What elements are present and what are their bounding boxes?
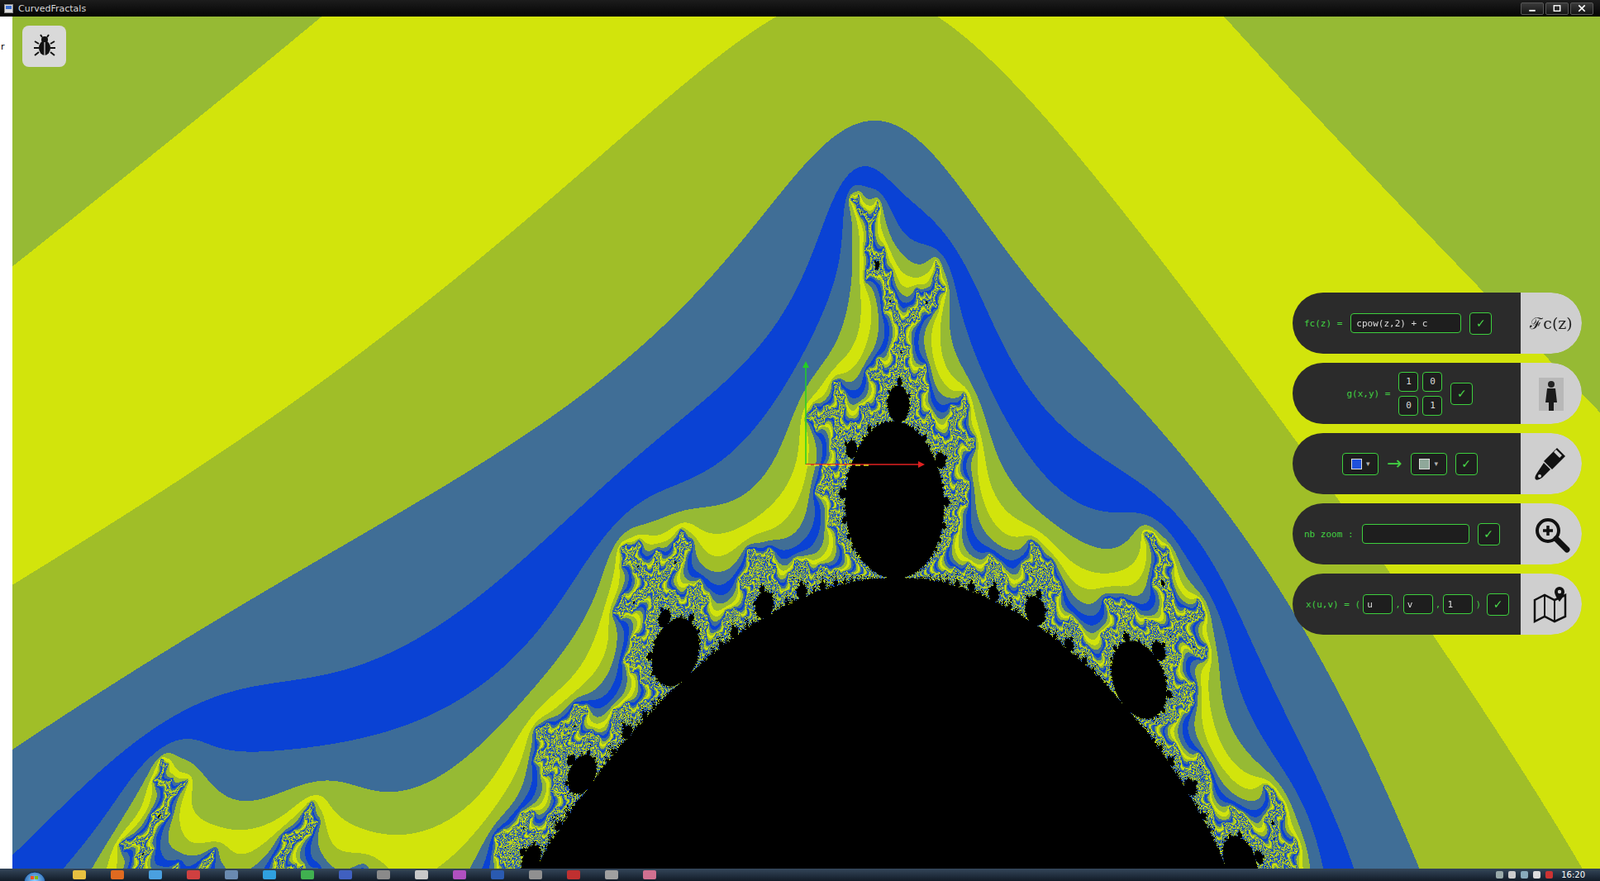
tray-icon[interactable] <box>1520 871 1529 879</box>
row-controls: fc(z) = ✓ <box>1292 292 1521 354</box>
param-field[interactable] <box>1442 594 1473 615</box>
matrix-cell[interactable] <box>1422 371 1443 392</box>
taskbar-app-icon[interactable] <box>604 870 619 880</box>
tray-icon[interactable] <box>1495 871 1504 879</box>
row-controls: x(u,v) = (,,) ✓ <box>1292 573 1521 635</box>
gradient-arrow: → <box>1386 454 1402 473</box>
matrix-cell[interactable] <box>1398 395 1419 416</box>
color-swatch <box>1419 458 1430 470</box>
window-title: CurvedFractals <box>18 3 86 15</box>
zoom-field[interactable] <box>1361 523 1470 544</box>
bug-icon[interactable] <box>32 33 58 59</box>
background-window-text: r <box>0 41 5 53</box>
param-label: x(u,v) = ( <box>1305 599 1361 610</box>
param-separator: , <box>1435 599 1442 610</box>
row-icon-button[interactable]: ℱc(z) <box>1520 292 1582 354</box>
confirm-button[interactable]: ✓ <box>1486 593 1510 616</box>
minimize-icon[interactable] <box>1520 2 1544 15</box>
taskbar-apps <box>72 870 657 880</box>
panel-row: g(x,y) = ✓ <box>1292 362 1582 424</box>
formula-field[interactable] <box>1350 313 1462 334</box>
debug-button[interactable] <box>22 25 67 67</box>
row-controls: ▾ → ▾ ✓ <box>1292 433 1521 495</box>
confirm-button[interactable]: ✓ <box>1469 312 1492 335</box>
paint-brush-icon <box>1532 444 1571 483</box>
axes-gizmo <box>797 359 930 476</box>
panel-row: nb zoom : ✓ <box>1292 503 1582 565</box>
dropdown-caret: ▾ <box>1366 459 1371 468</box>
taskbar-app-icon[interactable] <box>148 870 162 880</box>
matrix-cell[interactable] <box>1398 371 1419 392</box>
clock: 16:20 <box>1561 868 1586 881</box>
taskbar-app-icon[interactable] <box>642 870 657 880</box>
param-separator: , <box>1395 599 1401 610</box>
background-window: r <box>0 16 13 869</box>
taskbar: 16:20 <box>0 868 1600 881</box>
color-swatch <box>1351 458 1362 470</box>
taskbar-app-icon[interactable] <box>186 870 200 880</box>
taskbar-app-icon[interactable] <box>338 870 353 880</box>
color-dropdown[interactable]: ▾ <box>1410 452 1448 476</box>
tray-icon[interactable] <box>1533 871 1541 879</box>
taskbar-app-icon[interactable] <box>528 870 543 880</box>
zoom-label: nb zoom : <box>1304 528 1354 540</box>
taskbar-app-icon[interactable] <box>452 870 467 880</box>
maximize-icon[interactable] <box>1545 2 1569 15</box>
close-icon[interactable] <box>1570 2 1594 15</box>
fractal-view[interactable]: fc(z) =✓ℱc(z)g(x,y) =✓▾→▾✓nb zoom :✓x(u,… <box>12 16 1600 869</box>
title-bar: CurvedFractals <box>0 0 1600 17</box>
confirm-button[interactable]: ✓ <box>1450 382 1473 405</box>
system-tray <box>1495 871 1553 879</box>
taskbar-app-icon[interactable] <box>262 870 277 880</box>
start-orb-icon[interactable] <box>22 868 48 881</box>
param-close: ) <box>1475 599 1481 610</box>
taskbar-app-icon[interactable] <box>72 870 86 880</box>
app-icon <box>4 4 14 14</box>
panel-row: fc(z) = ✓ ℱc(z) <box>1292 292 1582 354</box>
taskbar-app-icon[interactable] <box>566 870 581 880</box>
window-controls <box>1520 2 1594 15</box>
row-icon-button[interactable] <box>1520 503 1582 565</box>
taskbar-app-icon[interactable] <box>414 870 429 880</box>
panel-row: ▾ → ▾ ✓ <box>1292 433 1582 495</box>
row-controls: nb zoom : ✓ <box>1292 503 1521 565</box>
taskbar-app-icon[interactable] <box>300 870 315 880</box>
zoom-icon <box>1532 514 1571 553</box>
panel-row: x(u,v) = (,,) ✓ <box>1292 573 1582 635</box>
row-icon-button[interactable] <box>1520 362 1582 424</box>
row-controls: g(x,y) = ✓ <box>1292 362 1521 424</box>
confirm-button[interactable]: ✓ <box>1477 523 1500 546</box>
param-field[interactable] <box>1362 594 1393 615</box>
tray-icon[interactable] <box>1545 871 1553 879</box>
param-field[interactable] <box>1403 594 1434 615</box>
control-panel: fc(z) =✓ℱc(z)g(x,y) =✓▾→▾✓nb zoom :✓x(u,… <box>1292 292 1582 635</box>
map-pin-icon <box>1532 585 1571 624</box>
metric-label: g(x,y) = <box>1347 388 1391 400</box>
taskbar-app-icon[interactable] <box>110 870 124 880</box>
color-dropdown[interactable]: ▾ <box>1342 452 1379 476</box>
row-icon-button[interactable] <box>1520 573 1582 635</box>
main-area: rfc(z) =✓ℱc(z)g(x,y) =✓▾→▾✓nb zoom :✓x(u… <box>0 16 1600 869</box>
formula-label: fc(z) = <box>1304 318 1343 329</box>
portrait-icon <box>1532 374 1571 413</box>
tray-icon[interactable] <box>1508 871 1516 879</box>
taskbar-app-icon[interactable] <box>224 870 239 880</box>
metric-matrix <box>1398 371 1443 416</box>
dropdown-caret: ▾ <box>1433 459 1439 468</box>
taskbar-app-icon[interactable] <box>376 870 391 880</box>
row-icon-button[interactable] <box>1520 433 1582 495</box>
matrix-cell[interactable] <box>1422 395 1443 416</box>
confirm-button[interactable]: ✓ <box>1455 452 1478 476</box>
taskbar-app-icon[interactable] <box>490 870 505 880</box>
formula-icon: ℱc(z) <box>1529 312 1572 334</box>
